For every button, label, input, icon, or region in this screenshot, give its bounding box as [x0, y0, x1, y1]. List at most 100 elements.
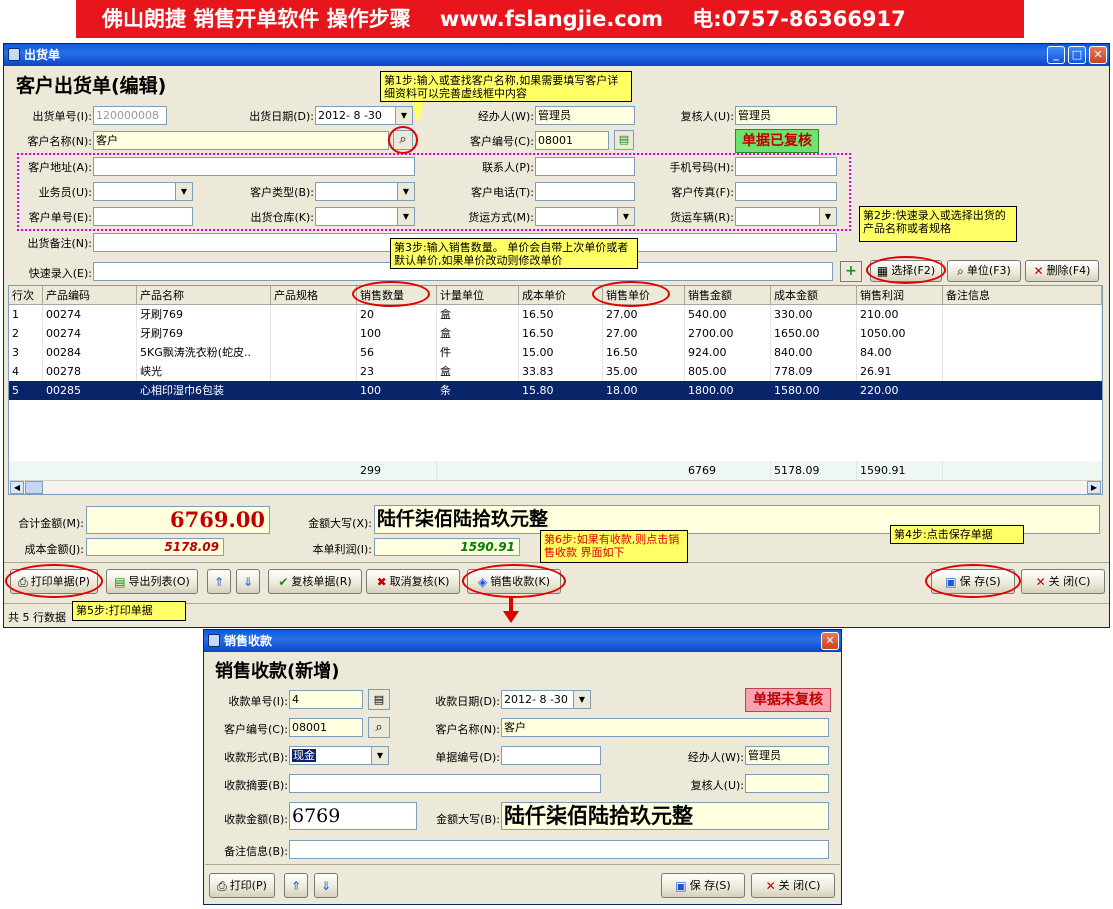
col-qty-cell[interactable]: 23	[357, 362, 437, 381]
col-cost-amount-cell[interactable]: 330.00	[771, 305, 857, 324]
receipt-no-icon[interactable]: ▤	[368, 689, 390, 710]
col-code-cell[interactable]: 00285	[43, 381, 137, 400]
export-button[interactable]: ▤ 导出列表(O)	[106, 569, 198, 594]
search-icon[interactable]: ⌕	[368, 717, 390, 738]
col-remark-cell[interactable]	[943, 324, 1102, 343]
col-name-cell[interactable]: 牙刷769	[137, 305, 271, 324]
horizontal-scrollbar[interactable]: ◀ ▶	[9, 480, 1102, 494]
col-cost-amount-cell[interactable]: 840.00	[771, 343, 857, 362]
chevron-down-icon[interactable]: ▼	[395, 107, 412, 124]
customer-card-icon[interactable]: ▤	[614, 130, 634, 150]
scroll-left-icon[interactable]: ◀	[10, 481, 24, 494]
warehouse-select[interactable]: ▼	[315, 207, 415, 226]
fax-field[interactable]	[735, 182, 837, 201]
col-qty-cell[interactable]: 56	[357, 343, 437, 362]
col-spec-cell[interactable]	[271, 362, 357, 381]
col-spec-cell[interactable]	[271, 305, 357, 324]
col-remark-cell[interactable]	[943, 305, 1102, 324]
col-name-cell[interactable]: 5KG飘涛洗衣粉(蛇皮..	[137, 343, 271, 362]
col-cost-amount-cell[interactable]: 1650.00	[771, 324, 857, 343]
scroll-thumb[interactable]	[25, 481, 43, 494]
col-cost-price-cell[interactable]: 16.50	[519, 324, 603, 343]
receipt-move-up-button[interactable]: ⇑	[284, 873, 308, 898]
delete-button[interactable]: ✕ 删除(F4)	[1025, 260, 1099, 282]
col-line-header[interactable]: 行次	[9, 286, 43, 305]
receipt-handler-field[interactable]: 管理员	[745, 746, 829, 765]
customer-name-field[interactable]: 客户	[93, 131, 389, 150]
contact-field[interactable]	[535, 157, 635, 176]
col-line-cell[interactable]: 3	[9, 343, 43, 362]
receipt-method-select[interactable]: 现金 ▼	[289, 746, 389, 765]
col-remark-header[interactable]: 备注信息	[943, 286, 1102, 305]
col-profit-header[interactable]: 销售利润	[857, 286, 943, 305]
customer-order-field[interactable]	[93, 207, 193, 226]
chevron-down-icon[interactable]: ▼	[371, 747, 388, 764]
chevron-down-icon[interactable]: ▼	[819, 208, 836, 225]
chevron-down-icon[interactable]: ▼	[175, 183, 192, 200]
cancel-review-button[interactable]: ✖ 取消复核(K)	[366, 569, 460, 594]
col-sale-price-cell[interactable]: 27.00	[603, 305, 685, 324]
col-name-cell[interactable]: 心相印湿巾6包装	[137, 381, 271, 400]
receipt-customer-code-field[interactable]: 08001	[289, 718, 363, 737]
col-unit-cell[interactable]: 盒	[437, 305, 519, 324]
move-down-button[interactable]: ⇓	[236, 569, 260, 594]
col-sale-price-cell[interactable]: 35.00	[603, 362, 685, 381]
col-code-cell[interactable]: 00274	[43, 305, 137, 324]
table-row[interactable]: 2 00274 牙刷769 100 盒 16.50 27.00 2700.00 1650.00 1…	[9, 324, 1102, 343]
col-profit-cell[interactable]: 220.00	[857, 381, 943, 400]
chevron-down-icon[interactable]: ▼	[617, 208, 634, 225]
col-sale-price-cell[interactable]: 18.00	[603, 381, 685, 400]
reviewer-field[interactable]: 管理员	[735, 106, 837, 125]
col-cost-price-header[interactable]: 成本单价	[519, 286, 603, 305]
add-icon[interactable]: +	[840, 261, 862, 282]
receipt-print-button[interactable]: ⎙ 打印(P)	[209, 873, 275, 898]
col-profit-cell[interactable]: 26.91	[857, 362, 943, 381]
col-name-cell[interactable]: 牙刷769	[137, 324, 271, 343]
col-unit-header[interactable]: 计量单位	[437, 286, 519, 305]
col-remark-cell[interactable]	[943, 343, 1102, 362]
col-profit-cell[interactable]: 210.00	[857, 305, 943, 324]
col-code-cell[interactable]: 00284	[43, 343, 137, 362]
receipt-remark-field[interactable]	[289, 840, 829, 859]
col-sales-amount-cell[interactable]: 1800.00	[685, 381, 771, 400]
col-sales-amount-header[interactable]: 销售金额	[685, 286, 771, 305]
receipt-close-button[interactable]: ✕ 关 闭(C)	[751, 873, 835, 898]
close-window-button[interactable]: ✕	[1089, 46, 1107, 64]
col-sales-amount-cell[interactable]: 924.00	[685, 343, 771, 362]
col-cost-price-cell[interactable]: 33.83	[519, 362, 603, 381]
chevron-down-icon[interactable]: ▼	[397, 208, 414, 225]
col-sale-price-cell[interactable]: 27.00	[603, 324, 685, 343]
mobile-field[interactable]	[735, 157, 837, 176]
col-profit-cell[interactable]: 1050.00	[857, 324, 943, 343]
receipt-no-field[interactable]: 4	[289, 690, 363, 709]
col-spec-header[interactable]: 产品规格	[271, 286, 357, 305]
col-sales-amount-cell[interactable]: 540.00	[685, 305, 771, 324]
col-remark-cell[interactable]	[943, 381, 1102, 400]
table-row[interactable]: 1 00274 牙刷769 20 盒 16.50 27.00 540.00 330.00 210.…	[9, 305, 1102, 324]
scroll-right-icon[interactable]: ▶	[1087, 481, 1101, 494]
review-button[interactable]: ✔ 复核单据(R)	[268, 569, 362, 594]
col-unit-cell[interactable]: 件	[437, 343, 519, 362]
table-row[interactable]: 5 00285 心相印湿巾6包装 100 条 15.80 18.00 1800.00 1580.…	[9, 381, 1102, 400]
table-row[interactable]: 3 00284 5KG飘涛洗衣粉(蛇皮.. 56 件 15.00 16.50 924.00 84…	[9, 343, 1102, 362]
close-button[interactable]: ✕ 关 闭(C)	[1021, 569, 1105, 594]
col-unit-cell[interactable]: 盒	[437, 324, 519, 343]
maximize-button[interactable]: □	[1068, 46, 1086, 64]
customer-type-select[interactable]: ▼	[315, 182, 415, 201]
receipt-reviewer-field[interactable]	[745, 774, 829, 793]
receipt-customer-name-field[interactable]: 客户	[501, 718, 829, 737]
chevron-down-icon[interactable]: ▼	[397, 183, 414, 200]
col-qty-cell[interactable]: 100	[357, 324, 437, 343]
receipt-date-picker[interactable]: 2012- 8 -30 ▼	[501, 690, 591, 709]
handler-field[interactable]: 管理员	[535, 106, 635, 125]
col-code-cell[interactable]: 00274	[43, 324, 137, 343]
receipt-save-button[interactable]: ▣ 保 存(S)	[661, 873, 745, 898]
receipt-move-down-button[interactable]: ⇓	[314, 873, 338, 898]
col-cost-price-cell[interactable]: 15.00	[519, 343, 603, 362]
col-code-header[interactable]: 产品编码	[43, 286, 137, 305]
col-spec-cell[interactable]	[271, 381, 357, 400]
col-unit-cell[interactable]: 盒	[437, 362, 519, 381]
col-cost-amount-cell[interactable]: 1580.00	[771, 381, 857, 400]
move-up-button[interactable]: ⇑	[207, 569, 231, 594]
salesman-select[interactable]: ▼	[93, 182, 193, 201]
